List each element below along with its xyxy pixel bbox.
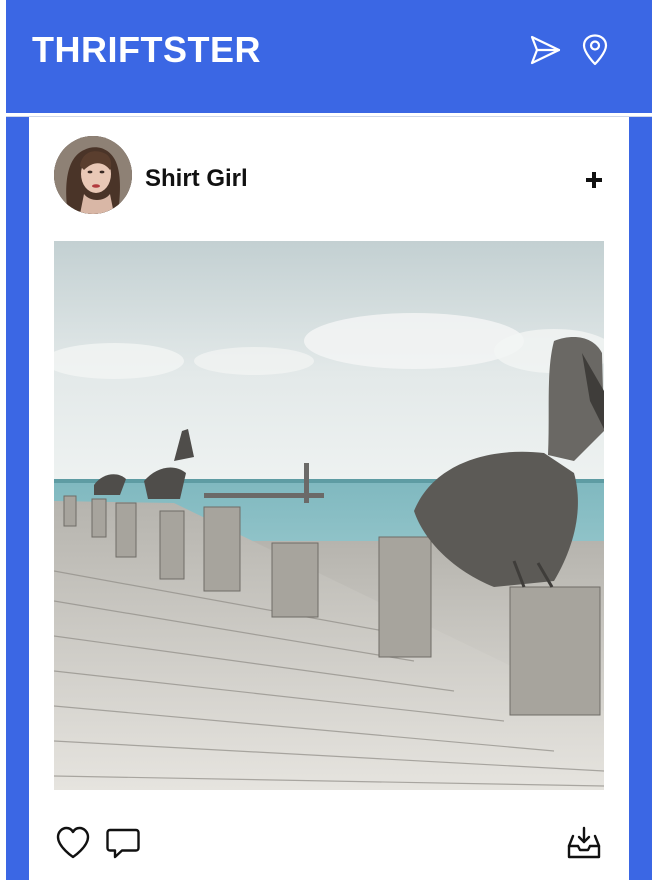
plus-icon[interactable] (581, 167, 607, 193)
inbox-download-icon[interactable] (565, 824, 603, 862)
post-card: Shirt Girl (29, 117, 629, 880)
app-logo[interactable]: THRIFTSTER (32, 28, 261, 72)
send-icon[interactable] (528, 33, 562, 67)
heart-icon[interactable] (54, 824, 92, 862)
post-author-name[interactable]: Shirt Girl (145, 164, 248, 194)
app-root: THRIFTSTER Shirt Girl (0, 0, 658, 880)
location-pin-icon[interactable] (578, 33, 612, 67)
top-bar: THRIFTSTER (6, 0, 652, 113)
right-frame (629, 117, 652, 880)
left-frame (6, 117, 29, 880)
comment-bubble-icon[interactable] (104, 824, 142, 862)
post-photo[interactable] (54, 241, 604, 790)
avatar[interactable] (54, 136, 132, 214)
